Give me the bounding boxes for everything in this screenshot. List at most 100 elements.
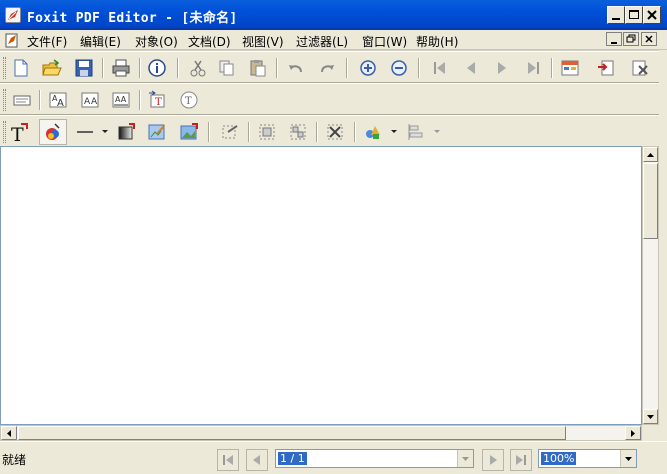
scrollbar-corner [642,425,659,441]
menu-help[interactable]: 帮助(H) [416,33,458,50]
new-document-button[interactable] [10,57,32,79]
status-first-page-button[interactable] [217,449,239,471]
undo-button[interactable] [285,57,307,79]
doc-restore-button[interactable] [623,32,639,46]
word-spacing-button[interactable]: AA [110,89,132,111]
scroll-down-button[interactable] [643,409,658,424]
minimize-icon [611,42,617,44]
status-next-page-button[interactable] [482,449,504,471]
line-dropdown-icon[interactable] [102,130,108,133]
vertical-scrollbar[interactable] [642,146,659,425]
redo-icon [321,65,334,73]
text-to-image-icon: T [149,90,165,108]
scroll-right-button[interactable] [625,426,641,440]
status-last-page-button[interactable] [510,449,532,471]
zoom-in-button[interactable] [357,57,379,79]
objects-dropdown-icon[interactable] [391,130,397,133]
zoom-select[interactable]: 100% [538,449,637,468]
maximize-button[interactable] [625,6,643,24]
insert-image-button[interactable] [178,121,200,143]
page-dropdown-button[interactable] [457,450,473,467]
menu-file[interactable]: 文件(F) [27,33,67,50]
ungroup-button[interactable] [287,121,309,143]
cut-button[interactable] [187,57,209,79]
paste-button[interactable] [247,57,269,79]
next-page-icon [498,62,506,74]
status-previous-page-button[interactable] [246,449,268,471]
doc-close-button[interactable] [641,32,657,46]
separator [139,58,141,78]
zoom-out-icon [391,60,407,76]
app-icon [5,7,21,23]
align-dropdown-icon[interactable] [434,130,440,133]
horizontal-scroll-thumb[interactable] [18,426,566,440]
print-button[interactable] [110,57,132,79]
menu-window[interactable]: 窗口(W) [362,33,407,50]
minimize-button[interactable] [607,6,625,24]
objects-icon [366,126,380,139]
char-spacing-button[interactable]: AA [79,89,101,111]
document-info-button[interactable] [146,57,168,79]
open-button[interactable] [41,57,63,79]
toolbar-grip[interactable] [3,121,6,143]
import-page-button[interactable] [595,57,617,79]
import-page-icon [598,60,614,76]
new-icon [14,59,28,77]
next-page-button[interactable] [491,57,513,79]
zoom-out-button[interactable] [388,57,410,79]
color-picker-button[interactable] [39,119,67,145]
title-bar: Foxit PDF Editor - [未命名] [0,0,667,30]
menu-object[interactable]: 对象(O) [135,33,178,50]
menu-document[interactable]: 文档(D) [188,33,231,50]
page-number-field[interactable]: 1 / 1 [275,449,474,468]
horizontal-scrollbar[interactable] [0,425,642,441]
toolbar-grip[interactable] [3,57,6,79]
svg-text:A: A [84,97,91,107]
scroll-up-button[interactable] [643,147,658,162]
shading-button[interactable] [115,121,137,143]
close-button[interactable] [643,6,661,24]
align-button[interactable] [405,121,427,143]
copy-button[interactable] [216,57,238,79]
menu-view[interactable]: 视图(V) [242,33,284,50]
first-page-button[interactable] [429,57,451,79]
page-properties-button[interactable] [559,57,581,79]
previous-page-button[interactable] [460,57,482,79]
menu-filter[interactable]: 过滤器(L) [296,33,348,50]
arrow-right-icon [631,429,635,437]
svg-text:AA: AA [115,95,127,104]
group-icon [259,124,275,140]
document-menu-icon[interactable] [4,32,20,48]
group-button[interactable] [256,121,278,143]
redo-button[interactable] [316,57,338,79]
add-text-button[interactable]: T [9,121,31,143]
copy-icon [219,60,234,76]
page-properties-icon [561,60,579,76]
last-page-button[interactable] [522,57,544,79]
text-box-button[interactable] [11,89,33,111]
delete-page-icon [632,60,648,76]
previous-page-icon [467,62,475,74]
objects-button[interactable] [362,121,384,143]
minimize-icon [612,18,620,20]
save-icon [75,59,93,77]
vertical-scroll-thumb[interactable] [643,163,658,239]
text-position-button[interactable]: T [178,89,200,111]
delete-object-button[interactable] [324,121,346,143]
edit-image-button[interactable] [146,121,168,143]
scroll-left-button[interactable] [1,426,17,440]
zoom-dropdown-button[interactable] [620,450,636,467]
document-canvas[interactable] [0,146,642,425]
save-button[interactable] [73,57,95,79]
doc-minimize-button[interactable] [606,32,622,46]
convert-to-shape-button[interactable] [219,121,241,143]
undo-icon [289,65,302,73]
menu-edit[interactable]: 编辑(E) [80,33,121,50]
font-scale-button[interactable]: AA [47,89,69,111]
line-button[interactable] [74,121,96,143]
delete-page-button[interactable] [629,57,651,79]
window-border [659,50,667,474]
svg-text:T: T [11,124,24,143]
text-to-image-button[interactable]: T [146,89,168,111]
toolbar-grip[interactable] [3,89,6,111]
